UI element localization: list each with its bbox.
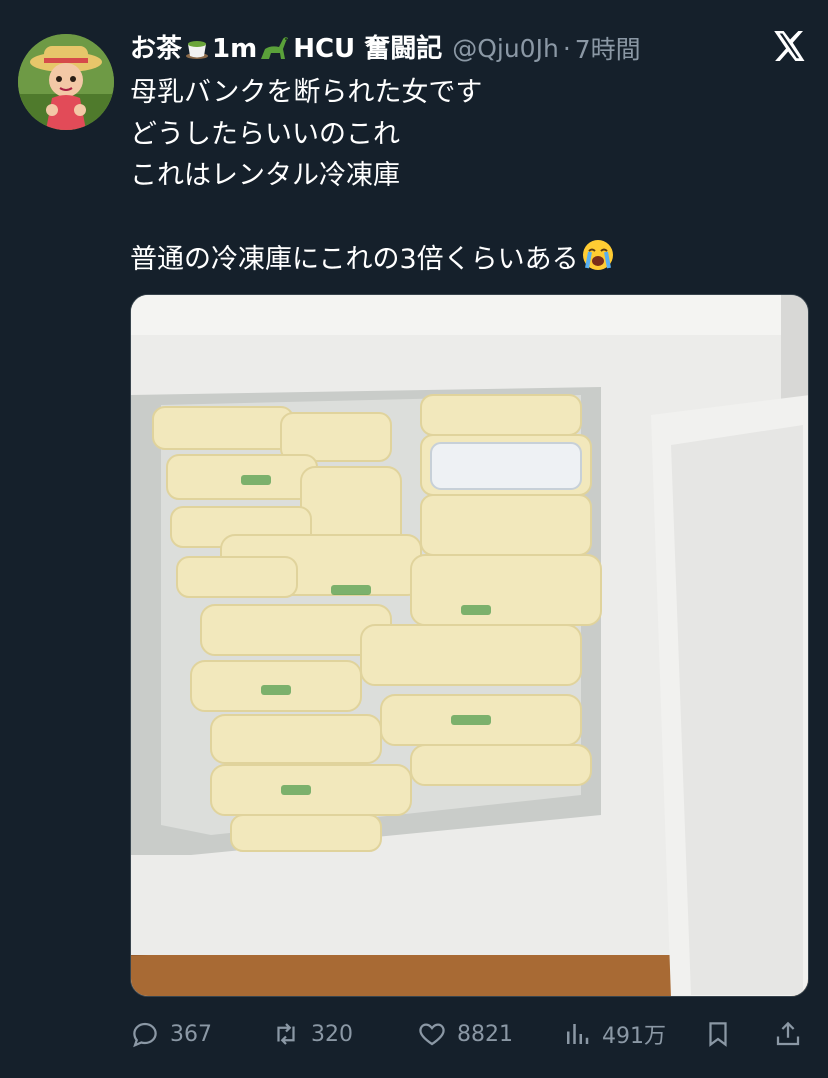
tweet-line-5: 普通の冷凍庫にこれの3倍くらいある	[130, 244, 579, 275]
freezer-photo-illustration	[131, 295, 808, 996]
timestamp[interactable]: 7時間	[575, 30, 641, 66]
share-icon	[776, 1021, 800, 1046]
views-button[interactable]: 491万	[562, 1018, 666, 1050]
sauropod-emoji	[259, 35, 291, 66]
action-bar: 367 320 8821 491万	[130, 1012, 810, 1056]
tea-cup-emoji	[184, 35, 210, 66]
heart-icon	[419, 1023, 445, 1046]
tweet-line-2: どうしたらいいのこれ	[130, 118, 400, 150]
retweet-count: 320	[311, 1021, 353, 1047]
tweet-line-5-wrap: 普通の冷凍庫にこれの3倍くらいある	[130, 238, 810, 280]
tweet: お茶 1m HCU 奮闘記 @Qju0Jh · 7時間 母乳バンクを断られた女です …	[0, 0, 828, 1078]
tweet-line-3: これはレンタル冷凍庫	[130, 160, 400, 191]
avatar-illustration	[18, 34, 114, 130]
reply-count: 367	[170, 1021, 212, 1047]
separator: ·	[562, 33, 571, 63]
display-name-part2: 1m	[212, 34, 258, 64]
views-count: 491万	[602, 1024, 666, 1049]
tweet-line-1: 母乳バンクを断られた女です	[130, 77, 483, 108]
bookmark-button[interactable]	[703, 1019, 733, 1049]
reply-icon	[133, 1022, 157, 1048]
reply-button[interactable]: 367	[130, 1019, 212, 1049]
tweet-header: お茶 1m HCU 奮闘記 @Qju0Jh · 7時間	[130, 30, 728, 66]
views-chart-icon	[567, 1024, 589, 1044]
retweet-icon	[277, 1023, 295, 1045]
share-button[interactable]	[773, 1019, 803, 1049]
retweet-button[interactable]: 320	[271, 1019, 353, 1049]
like-button[interactable]: 8821	[417, 1019, 513, 1049]
loudly-crying-face-emoji	[581, 238, 615, 285]
like-count: 8821	[457, 1021, 513, 1047]
handle[interactable]: @Qju0Jh	[452, 34, 559, 63]
tweet-photo[interactable]	[130, 294, 809, 997]
bookmark-icon	[709, 1022, 727, 1047]
x-logo-icon[interactable]	[770, 28, 806, 64]
display-name-part3: HCU 奮闘記	[293, 34, 443, 64]
display-name[interactable]: お茶 1m HCU 奮闘記	[130, 30, 442, 66]
tweet-text: 母乳バンクを断られた女です どうしたらいいのこれ これはレンタル冷凍庫 普通の冷…	[130, 72, 810, 280]
display-name-part1: お茶	[130, 34, 183, 64]
avatar[interactable]	[18, 34, 114, 130]
